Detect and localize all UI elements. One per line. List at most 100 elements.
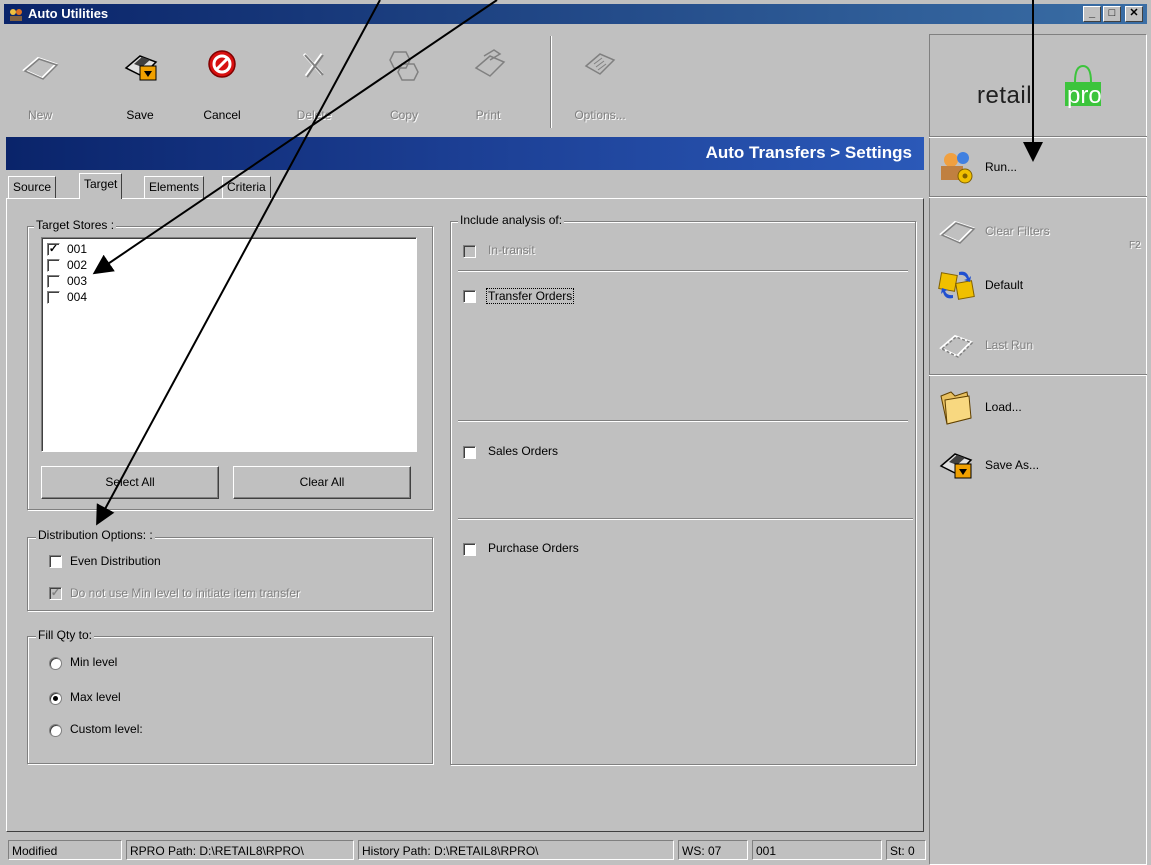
save-as-action[interactable]: Save As... bbox=[937, 446, 1137, 486]
copy-label: Copy bbox=[389, 108, 418, 122]
clear-filters-icon bbox=[939, 220, 976, 244]
save-label: Save bbox=[126, 108, 154, 122]
store-checkbox-001[interactable]: ✓ bbox=[47, 243, 60, 256]
default-icon bbox=[938, 271, 975, 300]
new-button[interactable]: New bbox=[8, 30, 72, 130]
load-label: Load... bbox=[985, 400, 1022, 414]
options-button[interactable]: Options... bbox=[568, 30, 632, 130]
app-window: Auto Utilities _ □ ✕ New Save Cancel Del… bbox=[0, 0, 1151, 865]
app-icon bbox=[10, 9, 22, 21]
print-label: Print bbox=[475, 108, 501, 122]
toolbar-separator bbox=[550, 36, 552, 128]
brand-text-pro: pro bbox=[1067, 82, 1102, 109]
delete-label: Delete bbox=[296, 108, 332, 122]
last-run-icon bbox=[939, 334, 974, 358]
clear-filters-shortcut: F2 bbox=[1129, 240, 1141, 251]
delete-button[interactable]: Delete bbox=[282, 30, 346, 130]
maximize-button[interactable]: □ bbox=[1103, 6, 1121, 22]
select-all-button[interactable]: Select All bbox=[41, 466, 219, 499]
save-button[interactable]: Save bbox=[108, 30, 172, 130]
purchase-orders-label: Purchase Orders bbox=[488, 541, 579, 555]
sales-orders-checkbox[interactable] bbox=[463, 446, 476, 459]
in-transit-label: In-transit bbox=[488, 243, 535, 257]
new-label: New bbox=[27, 108, 52, 122]
custom-level-radio-label: Custom level: bbox=[70, 722, 143, 736]
tab-criteria[interactable]: Criteria bbox=[222, 176, 271, 198]
brand-area: retail pro bbox=[929, 34, 1147, 136]
max-level-radio[interactable] bbox=[49, 692, 62, 705]
save-as-icon bbox=[939, 453, 973, 479]
divider bbox=[458, 420, 908, 422]
last-run-label: Last Run bbox=[985, 338, 1034, 352]
sales-orders-label: Sales Orders bbox=[488, 444, 559, 458]
new-icon bbox=[22, 56, 59, 80]
divider bbox=[929, 136, 1147, 138]
target-stores-list[interactable] bbox=[41, 237, 417, 452]
status-ws: WS: 07 bbox=[678, 840, 748, 860]
divider bbox=[929, 196, 1147, 198]
brand-text-retail: retail bbox=[977, 82, 1033, 109]
min-level-radio[interactable] bbox=[49, 657, 62, 670]
divider bbox=[458, 518, 913, 520]
tab-elements[interactable]: Elements bbox=[144, 176, 205, 198]
status-state: Modified bbox=[8, 840, 122, 860]
copy-button[interactable]: Copy bbox=[372, 30, 436, 130]
cancel-label: Cancel bbox=[203, 108, 241, 122]
default-label: Default bbox=[985, 278, 1024, 292]
run-label: Run... bbox=[985, 160, 1018, 174]
status-rpro-path: RPRO Path: D:\RETAIL8\RPRO\ bbox=[126, 840, 354, 860]
window-title: Auto Utilities bbox=[28, 6, 109, 21]
analysis-label: Include analysis of: bbox=[458, 213, 565, 227]
cancel-icon bbox=[208, 50, 236, 78]
divider bbox=[929, 374, 1147, 376]
store-label: 001 bbox=[67, 242, 88, 256]
tab-target[interactable]: Target bbox=[79, 173, 123, 199]
run-action[interactable]: Run... bbox=[937, 148, 1137, 188]
min-level-radio-label: Min level bbox=[70, 655, 118, 669]
save-icon bbox=[124, 55, 158, 81]
delete-icon bbox=[302, 52, 324, 78]
print-button[interactable]: Print bbox=[456, 30, 520, 130]
title-bar[interactable]: Auto Utilities _ □ ✕ bbox=[4, 4, 1147, 24]
custom-level-radio[interactable] bbox=[49, 724, 62, 737]
max-level-radio-label: Max level bbox=[70, 690, 121, 704]
transfer-orders-checkbox[interactable] bbox=[463, 290, 476, 303]
status-store: 001 bbox=[752, 840, 882, 860]
copy-icon bbox=[389, 51, 419, 81]
save-as-label: Save As... bbox=[985, 458, 1040, 472]
min-level-label: Do not use Min level to initiate item tr… bbox=[70, 586, 301, 600]
distribution-options-label: Distribution Options: : bbox=[36, 528, 155, 542]
options-label: Options... bbox=[574, 108, 626, 122]
tab-source[interactable]: Source bbox=[8, 176, 57, 198]
page-title: Auto Transfers > Settings bbox=[705, 143, 912, 162]
options-icon bbox=[584, 53, 616, 75]
target-stores-label: Target Stores : bbox=[34, 218, 117, 232]
purchase-orders-checkbox[interactable] bbox=[463, 543, 476, 556]
transfer-orders-label: Transfer Orders bbox=[486, 288, 575, 304]
fill-qty-label: Fill Qty to: bbox=[36, 628, 95, 642]
folder-icon bbox=[940, 391, 972, 425]
minimize-button[interactable]: _ bbox=[1083, 6, 1101, 22]
cancel-button[interactable]: Cancel bbox=[190, 30, 254, 130]
default-action[interactable]: Default bbox=[937, 266, 1137, 306]
min-level-checkbox[interactable]: ✓ bbox=[49, 587, 62, 600]
clear-filters-action[interactable]: Clear Filters F2 bbox=[937, 212, 1147, 252]
store-label: 004 bbox=[67, 290, 88, 304]
even-distribution-checkbox[interactable] bbox=[49, 555, 62, 568]
store-label: 003 bbox=[67, 274, 88, 288]
store-checkbox-002[interactable] bbox=[47, 259, 60, 272]
close-button[interactable]: ✕ bbox=[1125, 6, 1143, 22]
store-checkbox-004[interactable] bbox=[47, 291, 60, 304]
in-transit-checkbox[interactable] bbox=[463, 245, 476, 258]
clear-all-button[interactable]: Clear All bbox=[233, 466, 411, 499]
divider bbox=[458, 270, 908, 272]
last-run-action[interactable]: Last Run bbox=[937, 326, 1137, 366]
print-icon bbox=[474, 49, 506, 77]
status-history-path: History Path: D:\RETAIL8\RPRO\ bbox=[358, 840, 674, 860]
store-label: 002 bbox=[67, 258, 88, 272]
store-checkbox-003[interactable] bbox=[47, 275, 60, 288]
run-icon bbox=[941, 152, 973, 184]
status-st: St: 0 bbox=[886, 840, 926, 860]
load-action[interactable]: Load... bbox=[937, 388, 1137, 428]
clear-filters-label: Clear Filters bbox=[985, 224, 1050, 238]
